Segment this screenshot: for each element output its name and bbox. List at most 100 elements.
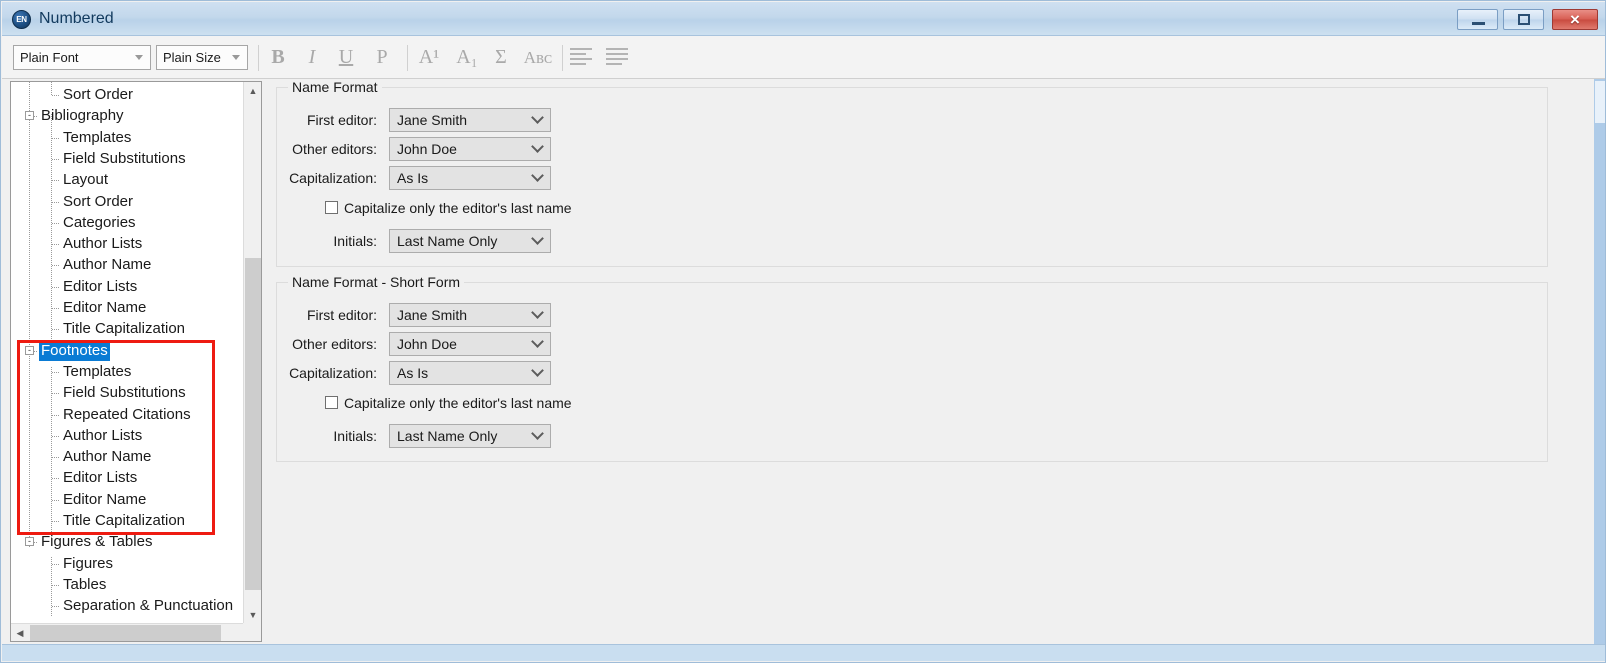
- close-button[interactable]: ×: [1552, 9, 1598, 30]
- tree-item-author-name[interactable]: Author Name: [61, 446, 153, 467]
- align-justify-icon[interactable]: [606, 48, 628, 67]
- tree-item-figures-tables[interactable]: Figures & Tables: [39, 531, 154, 552]
- tree-connector-line: [52, 584, 60, 586]
- tree-collapse-toggle-icon[interactable]: -: [25, 537, 34, 547]
- tree-item-label: Figures: [63, 554, 114, 572]
- tree-item-separation-punctuation[interactable]: Separation & Punctuation: [61, 595, 235, 616]
- tree-item-editor-lists[interactable]: Editor Lists: [61, 467, 139, 488]
- bold-button[interactable]: B: [266, 42, 290, 73]
- select-value: Last Name Only: [397, 233, 498, 249]
- tree-item-title-capitalization[interactable]: Title Capitalization: [61, 510, 187, 531]
- scroll-left-arrow-icon[interactable]: ◀: [11, 624, 29, 641]
- tree-trunk-line: [29, 82, 30, 548]
- tree-item-layout[interactable]: Layout: [61, 169, 110, 190]
- field-row: Other editors: John Doe: [277, 332, 551, 356]
- tree-item-categories[interactable]: Categories: [61, 212, 138, 233]
- tree-item-bibliography[interactable]: Bibliography: [39, 105, 126, 126]
- tree-item-sort-order[interactable]: Sort Order: [61, 84, 135, 105]
- tree-connector-line: [52, 222, 60, 224]
- field-label: First editor:: [306, 307, 377, 323]
- align-left-icon[interactable]: [570, 48, 592, 67]
- tree-item-label: Figures & Tables: [41, 533, 153, 551]
- tree-vertical-scroll-thumb[interactable]: [245, 258, 261, 590]
- tree-item-author-lists[interactable]: Author Lists: [61, 425, 144, 446]
- initials-row: Initials: Last Name Only: [277, 229, 551, 253]
- tree-item-repeated-citations[interactable]: Repeated Citations: [61, 404, 193, 425]
- tree-item-editor-name[interactable]: Editor Name: [61, 489, 148, 510]
- tree-item-templates[interactable]: Templates: [61, 361, 133, 382]
- tree-connector-line: [52, 265, 60, 267]
- tree-item-editor-name[interactable]: Editor Name: [61, 297, 148, 318]
- select-capitalization[interactable]: As Is: [389, 166, 551, 190]
- formatting-toolbar: Plain Font Plain Size B I U P A¹ A₁ Σ Aʙ…: [2, 36, 1605, 79]
- select-other-editors[interactable]: John Doe: [389, 137, 551, 161]
- tree-item-editor-lists[interactable]: Editor Lists: [61, 276, 139, 297]
- superscript-button[interactable]: A¹: [414, 42, 444, 73]
- chevron-down-icon: [531, 364, 544, 377]
- select-initials[interactable]: Last Name Only: [389, 424, 551, 448]
- tree-item-label: Editor Name: [63, 299, 147, 316]
- content-area: Sort Order - Bibliography Templates Field Su…: [2, 79, 1605, 647]
- select-initials[interactable]: Last Name Only: [389, 229, 551, 253]
- tree-scroll-viewport: Sort Order - Bibliography Templates Field Su…: [11, 82, 243, 624]
- field-label: Other editors:: [292, 141, 377, 157]
- scroll-up-arrow-icon[interactable]: ▲: [244, 82, 261, 100]
- subscript-button[interactable]: A₁: [452, 42, 482, 73]
- tree-item-sort-order[interactable]: Sort Order: [61, 191, 135, 212]
- tree-vertical-scrollbar[interactable]: ▲ ▼: [243, 82, 261, 624]
- tree-branch-line: [51, 557, 52, 617]
- tree-item-field-substitutions[interactable]: Field Substitutions: [61, 148, 188, 169]
- font-select[interactable]: Plain Font: [13, 45, 151, 70]
- tree-collapse-toggle-icon[interactable]: -: [25, 345, 34, 355]
- tree-connector-line: [52, 457, 60, 459]
- tree-collapse-toggle-icon[interactable]: -: [25, 111, 34, 121]
- minimize-button[interactable]: [1457, 9, 1498, 30]
- select-capitalization[interactable]: As Is: [389, 361, 551, 385]
- tree-item-author-name[interactable]: Author Name: [61, 254, 153, 275]
- select-first-editor[interactable]: Jane Smith: [389, 303, 551, 327]
- tree-item-label: Editor Lists: [63, 277, 138, 295]
- toolbar-divider: [407, 45, 408, 71]
- capitalize-last-name-checkbox[interactable]: [325, 201, 338, 214]
- tree-branch-line: [51, 114, 52, 346]
- field-row: Capitalization: As Is: [277, 361, 551, 385]
- capitalize-last-name-label[interactable]: Capitalize only the editor's last name: [344, 393, 572, 413]
- tree-connector-line: [52, 137, 60, 139]
- window-title: Numbered: [39, 10, 114, 27]
- tree-item-title-capitalization[interactable]: Title Capitalization: [61, 318, 187, 339]
- tree-item-tables[interactable]: Tables: [61, 574, 108, 595]
- tree-item-figures[interactable]: Figures: [61, 553, 115, 574]
- group-name-format-short-form: Name Format - Short Form First editor: Jan…: [276, 274, 1548, 462]
- tree-horizontal-scroll-thumb[interactable]: [30, 625, 221, 641]
- tree-item-footnotes[interactable]: Footnotes: [39, 339, 110, 361]
- tree-item-label: Editor Lists: [63, 469, 138, 487]
- capitalize-last-name-checkbox[interactable]: [325, 396, 338, 409]
- tree-item-label: Separation & Punctuation: [63, 597, 234, 615]
- symbol-button[interactable]: Σ: [489, 42, 513, 73]
- scroll-down-arrow-icon[interactable]: ▼: [244, 606, 261, 624]
- select-first-editor[interactable]: Jane Smith: [389, 108, 551, 132]
- tree-item-label: Footnotes: [39, 339, 110, 361]
- window-vertical-scrollbar[interactable]: [1594, 79, 1605, 647]
- select-value: As Is: [397, 365, 429, 381]
- capitalize-last-name-label[interactable]: Capitalize only the editor's last name: [344, 198, 572, 218]
- status-bar: [2, 644, 1605, 661]
- tree-item-label: Sort Order: [63, 192, 134, 210]
- font-size-select[interactable]: Plain Size: [156, 45, 248, 70]
- window-vertical-scroll-thumb[interactable]: [1595, 81, 1605, 123]
- tree-item-author-lists[interactable]: Author Lists: [61, 233, 144, 254]
- tree-item-templates[interactable]: Templates: [61, 127, 133, 148]
- select-other-editors[interactable]: John Doe: [389, 332, 551, 356]
- underline-button[interactable]: U: [334, 42, 358, 73]
- tree-item-label: Field Substitutions: [63, 149, 186, 167]
- plain-button[interactable]: P: [370, 42, 394, 73]
- restore-button[interactable]: [1503, 9, 1544, 30]
- chevron-down-icon: [531, 427, 544, 440]
- tree-item-label: Bibliography: [41, 107, 124, 125]
- tree-horizontal-scrollbar[interactable]: ◀ ▶: [11, 623, 261, 641]
- small-caps-button[interactable]: Aʙᴄ: [516, 42, 560, 73]
- italic-button[interactable]: I: [300, 42, 324, 73]
- tree-item-label: Sort Order: [63, 86, 134, 103]
- tree-item-label: Field Substitutions: [63, 384, 186, 402]
- tree-item-field-substitutions[interactable]: Field Substitutions: [61, 382, 188, 403]
